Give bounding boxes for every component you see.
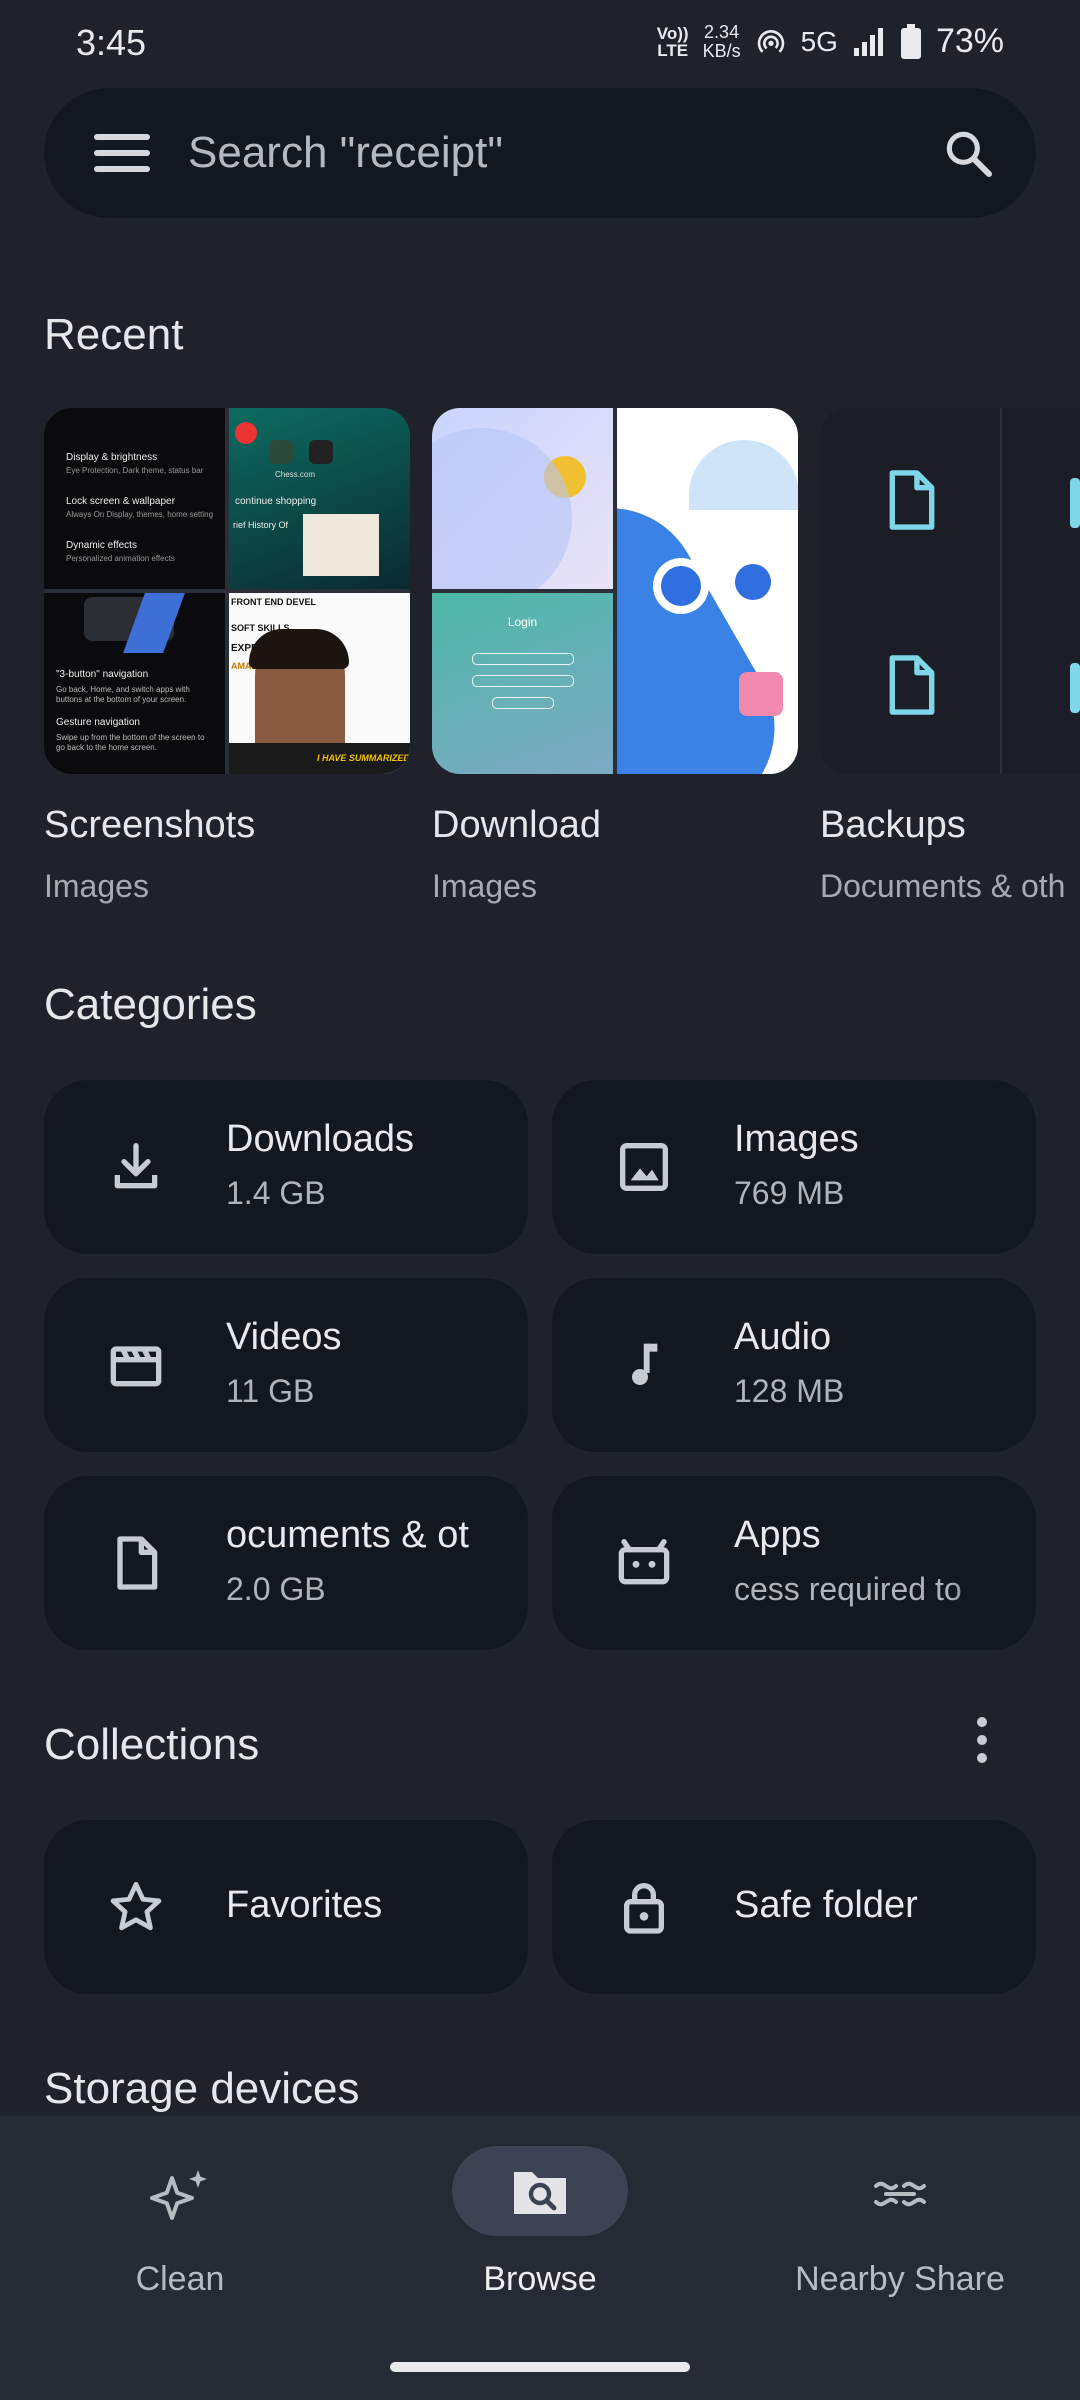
wallpaper-thumb [432, 408, 613, 589]
category-size: 11 GB [226, 1373, 315, 1409]
recent-download-sub: Images [432, 868, 537, 904]
star-icon [110, 1881, 162, 1931]
signal-icon [853, 27, 883, 56]
android-icon [618, 1539, 670, 1585]
storage-section-title: Storage devices [44, 2064, 360, 2113]
image-icon [620, 1143, 668, 1191]
nav-label: Clean [135, 2260, 225, 2298]
settings-screenshot-thumb: Display & brightness Eye Protection, Dar… [44, 408, 225, 589]
search-icon[interactable] [940, 125, 996, 181]
recent-backups-label[interactable]: Backups [820, 804, 966, 847]
nav-browse[interactable]: Browse [360, 2116, 720, 2356]
bottom-navigation: Clean Browse Nearby Share [0, 2116, 1080, 2400]
volte-indicator: Vo)) LTE [656, 23, 689, 60]
collection-name: Safe folder [734, 1884, 918, 1926]
sparkle-icon [150, 2170, 207, 2220]
recent-screenshots-thumbnail[interactable]: Display & brightness Eye Protection, Dar… [44, 408, 410, 774]
battery-icon [900, 23, 921, 59]
category-images[interactable]: Images 769 MB [552, 1080, 1036, 1254]
nav-nearby-share[interactable]: Nearby Share [720, 2116, 1080, 2356]
recent-screenshots-sub: Images [44, 868, 149, 904]
recent-section-title: Recent [44, 310, 184, 359]
nav-label: Nearby Share [795, 2260, 1005, 2298]
category-videos[interactable]: Videos 11 GB [44, 1278, 528, 1452]
apps-screenshot-thumb: continue shopping Chess.com rief History… [229, 408, 410, 589]
nav-label: Browse [483, 2260, 597, 2298]
download-icon [114, 1143, 158, 1189]
category-apps[interactable]: Apps cess required to [552, 1476, 1036, 1650]
recent-backups-thumbnail[interactable] [820, 408, 1080, 774]
wifi-illustration-thumb [617, 408, 798, 774]
category-size: 2.0 GB [226, 1571, 326, 1607]
collections-section-title: Collections [44, 1720, 260, 1769]
login-screen-thumb: Login [432, 593, 613, 774]
category-name: Apps [734, 1514, 821, 1556]
status-time: 3:45 [76, 22, 147, 63]
document-icon [889, 470, 935, 530]
collection-safe-folder[interactable]: Safe folder [552, 1820, 1036, 1994]
document-icon [117, 1536, 158, 1590]
search-placeholder[interactable]: Search "receipt" [188, 128, 940, 178]
category-size: 769 MB [734, 1175, 845, 1211]
network-speed: 2.34 KB/s [702, 21, 741, 61]
category-audio[interactable]: Audio 128 MB [552, 1278, 1036, 1452]
document-icon [889, 655, 935, 715]
nearby-share-icon [874, 2181, 926, 2207]
nav-clean[interactable]: Clean [0, 2116, 360, 2356]
category-name: Images [734, 1118, 859, 1160]
status-icons: Vo)) LTE 2.34 KB/s 5G 73% [657, 22, 1004, 61]
recent-carousel[interactable]: Display & brightness Eye Protection, Dar… [44, 408, 1080, 778]
recent-download-thumbnail[interactable]: Login [432, 408, 798, 774]
menu-icon[interactable] [94, 134, 150, 172]
home-gesture-bar[interactable] [390, 2362, 690, 2372]
category-name: ocuments & ot [226, 1514, 469, 1556]
video-screenshot-thumb: FRONT END DEVEL SOFT SKILLS EXPERIE AMAZ… [229, 593, 410, 774]
category-name: Downloads [226, 1118, 414, 1160]
category-downloads[interactable]: Downloads 1.4 GB [44, 1080, 528, 1254]
folder-search-icon [514, 2172, 566, 2214]
category-name: Videos [226, 1316, 342, 1358]
collection-name: Favorites [226, 1884, 383, 1926]
category-size: 128 MB [734, 1373, 845, 1409]
recent-backups-sub: Documents & oth [820, 868, 1066, 904]
category-size: cess required to [734, 1571, 962, 1607]
hotspot-icon [757, 29, 784, 53]
more-options-icon[interactable] [962, 1714, 1002, 1766]
category-name: Audio [734, 1316, 832, 1358]
recent-screenshots-label[interactable]: Screenshots [44, 804, 255, 847]
music-note-icon [632, 1343, 658, 1385]
categories-section-title: Categories [44, 980, 257, 1029]
network-type: 5G [800, 25, 838, 57]
category-documents[interactable]: ocuments & ot 2.0 GB [44, 1476, 528, 1650]
recent-download-label[interactable]: Download [432, 804, 601, 847]
video-icon [110, 1346, 162, 1387]
search-bar[interactable]: Search "receipt" [44, 88, 1036, 218]
collection-favorites[interactable]: Favorites [44, 1820, 528, 1994]
lock-icon [624, 1883, 664, 1934]
category-size: 1.4 GB [226, 1175, 326, 1211]
battery-percent: 73% [935, 22, 1004, 60]
navigation-screenshot-thumb: "3-button" navigation Go back, Home, and… [44, 593, 225, 774]
